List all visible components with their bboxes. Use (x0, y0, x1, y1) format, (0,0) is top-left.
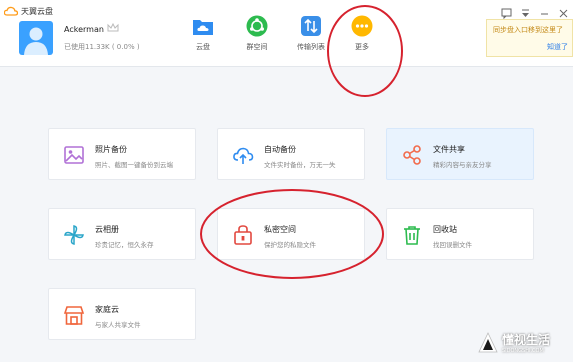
photo-icon (64, 146, 84, 164)
pinwheel-icon (64, 225, 84, 245)
minimize-button[interactable] (539, 4, 550, 15)
lock-icon (234, 225, 252, 245)
card-auto-backup[interactable]: 自动备份 文件实时备份，万无一失 (217, 128, 365, 180)
card-title: 家庭云 (95, 305, 119, 314)
avatar[interactable] (19, 21, 53, 55)
message-icon (501, 8, 512, 20)
home-cloud-icon (63, 306, 85, 325)
nav-transfer-list[interactable]: 传输列表 (291, 15, 331, 52)
more-icon (351, 15, 373, 37)
card-title: 私密空间 (264, 225, 296, 234)
nav-more-label: 更多 (355, 43, 369, 51)
close-icon (559, 9, 568, 18)
card-description: 保护您的私隐文件 (264, 241, 316, 249)
card-description: 珍贵记忆，恒久永存 (95, 241, 154, 249)
storage-usage: 已使用11.33K ( 0.0% ) (64, 43, 140, 51)
app-name: 天翼云盘 (21, 6, 53, 16)
user-name: Ackerman (64, 25, 104, 34)
got-it-link[interactable]: 知道了 (493, 42, 568, 52)
card-description: 文件实时备份，万无一失 (264, 161, 336, 169)
watermark-title: 懂视生活 (502, 333, 551, 347)
card-title: 云相册 (95, 225, 119, 234)
card-description: 精彩内容与亲友分享 (433, 161, 492, 169)
close-button[interactable] (558, 4, 569, 18)
user-avatar-icon (24, 27, 48, 55)
feedback-button[interactable] (501, 4, 512, 20)
nav-cloud-drive[interactable]: 云盘 (183, 15, 223, 52)
crown-icon[interactable] (107, 23, 119, 32)
app-header: 天翼云盘 Ackerman 已使用11.33K ( 0.0% ) 云盘 群空间 … (0, 0, 573, 67)
watermark-logo-icon (478, 331, 498, 352)
nav-more[interactable]: 更多 (342, 15, 382, 52)
trash-icon (404, 226, 420, 245)
sync-notice: 同步盘入口移到这里了 知道了 (486, 19, 573, 57)
card-description: 找回误删文件 (433, 241, 472, 249)
card-title: 文件共享 (433, 145, 465, 154)
card-description: 照片、截图一键备份到云端 (95, 161, 173, 169)
card-title: 照片备份 (95, 145, 127, 154)
nav-group-space[interactable]: 群空间 (237, 15, 277, 52)
watermark: 懂视生活 SIDONGSHI.COM (478, 331, 550, 354)
card-photo-backup[interactable]: 照片备份 照片、截图一键备份到云端 (48, 128, 196, 180)
card-family-cloud[interactable]: 家庭云 与家人共享文件 (48, 288, 196, 340)
card-title: 回收站 (433, 225, 457, 234)
share-icon (403, 145, 421, 165)
menu-arrow-icon (522, 9, 529, 17)
cloud-logo-icon (4, 6, 18, 16)
transfer-list-icon (301, 16, 321, 36)
watermark-subtitle: SIDONGSHI.COM (502, 348, 544, 354)
card-description: 与家人共享文件 (95, 321, 141, 329)
app-logo: 天翼云盘 (4, 4, 53, 18)
card-recycle-bin[interactable]: 回收站 找回误删文件 (386, 208, 534, 260)
card-cloud-album[interactable]: 云相册 珍贵记忆，恒久永存 (48, 208, 196, 260)
cloud-upload-icon (233, 147, 254, 164)
menu-button[interactable] (520, 4, 531, 17)
card-private-space[interactable]: 私密空间 保护您的私隐文件 (217, 208, 365, 260)
card-file-share[interactable]: 文件共享 精彩内容与亲友分享 (386, 128, 534, 180)
nav-group-space-label: 群空间 (246, 43, 268, 51)
group-space-icon (246, 15, 268, 37)
minimize-icon (541, 13, 548, 15)
card-title: 自动备份 (264, 145, 296, 154)
window-controls (501, 4, 569, 20)
nav-transfer-list-label: 传输列表 (297, 43, 325, 51)
nav-cloud-drive-label: 云盘 (196, 43, 210, 51)
sync-notice-text: 同步盘入口移到这里了 (493, 26, 563, 34)
cloud-folder-icon (193, 20, 213, 35)
